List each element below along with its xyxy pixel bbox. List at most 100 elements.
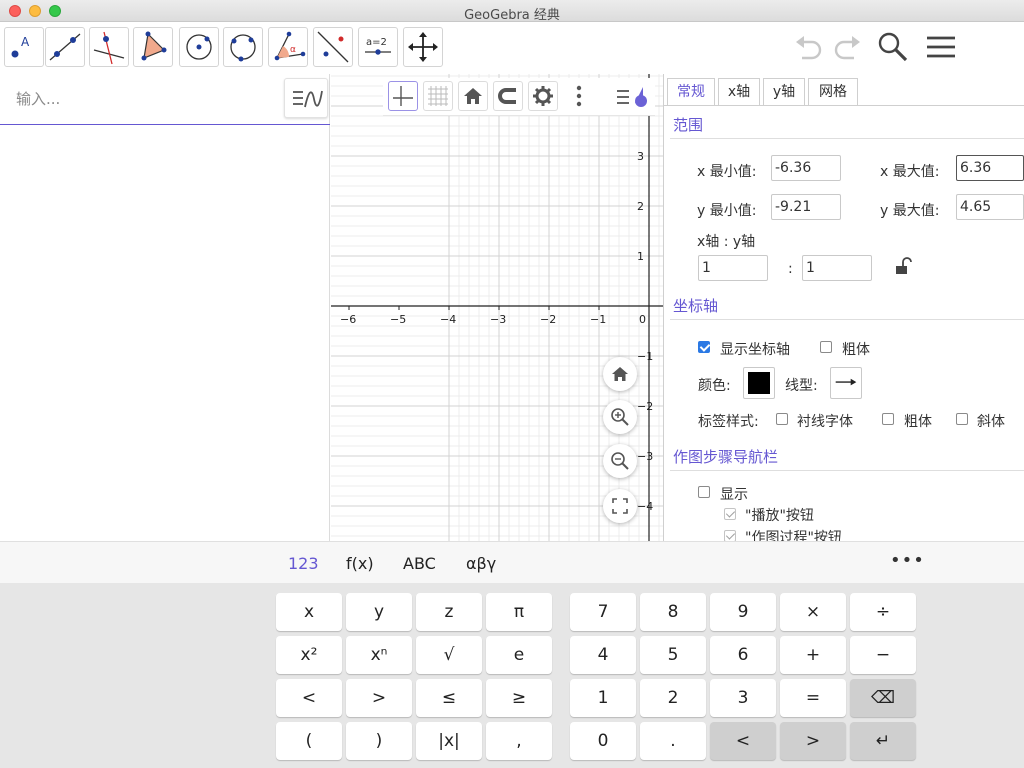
point-capturing-button[interactable] — [493, 81, 523, 111]
keyboard-tab-letters[interactable]: ABC — [403, 554, 436, 573]
key-7[interactable]: 7 — [570, 593, 636, 631]
key-2[interactable]: 2 — [640, 679, 706, 717]
ratio-lock-button[interactable] — [893, 256, 913, 278]
key-less-equal[interactable]: ≤ — [416, 679, 482, 717]
main-menu-button[interactable] — [924, 30, 958, 68]
search-button[interactable] — [876, 30, 910, 68]
label-bold-checkbox[interactable] — [882, 413, 894, 425]
x-tick-label: −2 — [540, 313, 556, 326]
key-right[interactable]: > — [780, 722, 846, 760]
show-navigation-checkbox[interactable] — [698, 486, 710, 498]
bold-axes-checkbox[interactable] — [820, 341, 832, 353]
ymin-field[interactable] — [771, 194, 841, 220]
key-square[interactable]: x² — [276, 636, 342, 674]
keyboard-tab-greek[interactable]: αβγ — [466, 554, 496, 573]
key-0[interactable]: 0 — [570, 722, 636, 760]
reflect-about-line-tool-button[interactable] — [313, 27, 353, 67]
more-options-button[interactable] — [569, 81, 589, 111]
key-close-paren[interactable]: ) — [346, 722, 412, 760]
key-comma[interactable]: , — [486, 722, 552, 760]
italic-label: 斜体 — [977, 414, 1005, 430]
standard-view-round-button[interactable] — [603, 357, 637, 391]
algebra-input[interactable] — [6, 86, 276, 112]
key-equals[interactable]: = — [780, 679, 846, 717]
zoom-in-button[interactable] — [603, 400, 637, 434]
redo-button[interactable] — [830, 30, 864, 68]
fullscreen-icon — [612, 498, 628, 514]
x-tick-label: −3 — [490, 313, 506, 326]
reflect-icon — [317, 31, 349, 63]
ratio-y-field[interactable] — [802, 255, 872, 281]
key-6[interactable]: 6 — [710, 636, 776, 674]
tab-basic[interactable]: 常规 — [667, 78, 715, 106]
key-z[interactable]: z — [416, 593, 482, 631]
undo-button[interactable] — [792, 30, 826, 68]
axis-color-button[interactable] — [743, 367, 775, 399]
move-graphics-view-tool-button[interactable] — [403, 27, 443, 67]
circle-three-points-tool-button[interactable] — [223, 27, 263, 67]
key-4[interactable]: 4 — [570, 636, 636, 674]
graphics-settings-button[interactable] — [528, 81, 558, 111]
xmax-field[interactable] — [956, 155, 1024, 181]
key-greater-equal[interactable]: ≥ — [486, 679, 552, 717]
line-tool-button[interactable] — [45, 27, 85, 67]
ymax-field[interactable] — [956, 194, 1024, 220]
key-minus[interactable]: − — [850, 636, 916, 674]
line-style-button[interactable] — [830, 367, 862, 399]
keyboard-tab-functions[interactable]: f(x) — [346, 554, 374, 573]
tab-y-axis[interactable]: y轴 — [763, 78, 805, 106]
key-open-paren[interactable]: ( — [276, 722, 342, 760]
style-bar-icon — [617, 87, 647, 107]
slider-tool-button[interactable]: a=2 — [358, 27, 398, 67]
polygon-tool-button[interactable] — [133, 27, 173, 67]
key-greater-than[interactable]: > — [346, 679, 412, 717]
key-1[interactable]: 1 — [570, 679, 636, 717]
graphics-style-toggle-button[interactable] — [613, 81, 649, 111]
show-axes-checkbox[interactable] — [698, 341, 710, 353]
algebra-view — [0, 74, 330, 541]
undo-icon — [796, 36, 822, 60]
toggle-grid-button[interactable] — [423, 81, 453, 111]
keyboard-more-button[interactable]: ••• — [890, 550, 925, 571]
x-tick-label: −6 — [340, 313, 356, 326]
key-less-than[interactable]: < — [276, 679, 342, 717]
key-left[interactable]: < — [710, 722, 776, 760]
key-abs[interactable]: |x| — [416, 722, 482, 760]
play-button-checkbox[interactable] — [724, 508, 736, 520]
key-divide[interactable]: ÷ — [850, 593, 916, 631]
key-dot[interactable]: . — [640, 722, 706, 760]
key-pi[interactable]: π — [486, 593, 552, 631]
serif-checkbox[interactable] — [776, 413, 788, 425]
key-plus[interactable]: + — [780, 636, 846, 674]
construction-protocol-checkbox[interactable] — [724, 530, 736, 541]
xmin-field[interactable] — [771, 155, 841, 181]
toggle-axes-button[interactable] — [388, 81, 418, 111]
key-enter[interactable]: ↵ — [850, 722, 916, 760]
algebra-style-button[interactable] — [284, 78, 328, 118]
key-sqrt[interactable]: √ — [416, 636, 482, 674]
key-x[interactable]: x — [276, 593, 342, 631]
fullscreen-button[interactable] — [603, 489, 637, 523]
key-times[interactable]: × — [780, 593, 846, 631]
key-8[interactable]: 8 — [640, 593, 706, 631]
circle-center-point-tool-button[interactable] — [179, 27, 219, 67]
ratio-x-field[interactable] — [698, 255, 768, 281]
key-3[interactable]: 3 — [710, 679, 776, 717]
y-tick-label: −4 — [637, 500, 653, 513]
key-5[interactable]: 5 — [640, 636, 706, 674]
key-y[interactable]: y — [346, 593, 412, 631]
keyboard-tab-numbers[interactable]: 123 — [288, 554, 319, 573]
angle-tool-button[interactable]: α — [268, 27, 308, 67]
key-e[interactable]: e — [486, 636, 552, 674]
tab-x-axis[interactable]: x轴 — [718, 78, 760, 106]
key-9[interactable]: 9 — [710, 593, 776, 631]
graphics-view[interactable]: −6 −5 −4 −3 −2 −1 0 3 2 1 −1 −2 −3 −4 — [331, 74, 663, 541]
standard-view-button[interactable] — [458, 81, 488, 111]
italic-checkbox[interactable] — [956, 413, 968, 425]
zoom-out-button[interactable] — [603, 444, 637, 478]
key-power[interactable]: xⁿ — [346, 636, 412, 674]
perpendicular-line-tool-button[interactable] — [89, 27, 129, 67]
point-tool-button[interactable]: A — [4, 27, 44, 67]
tab-grid[interactable]: 网格 — [808, 78, 858, 106]
key-backspace[interactable]: ⌫ — [850, 679, 916, 717]
